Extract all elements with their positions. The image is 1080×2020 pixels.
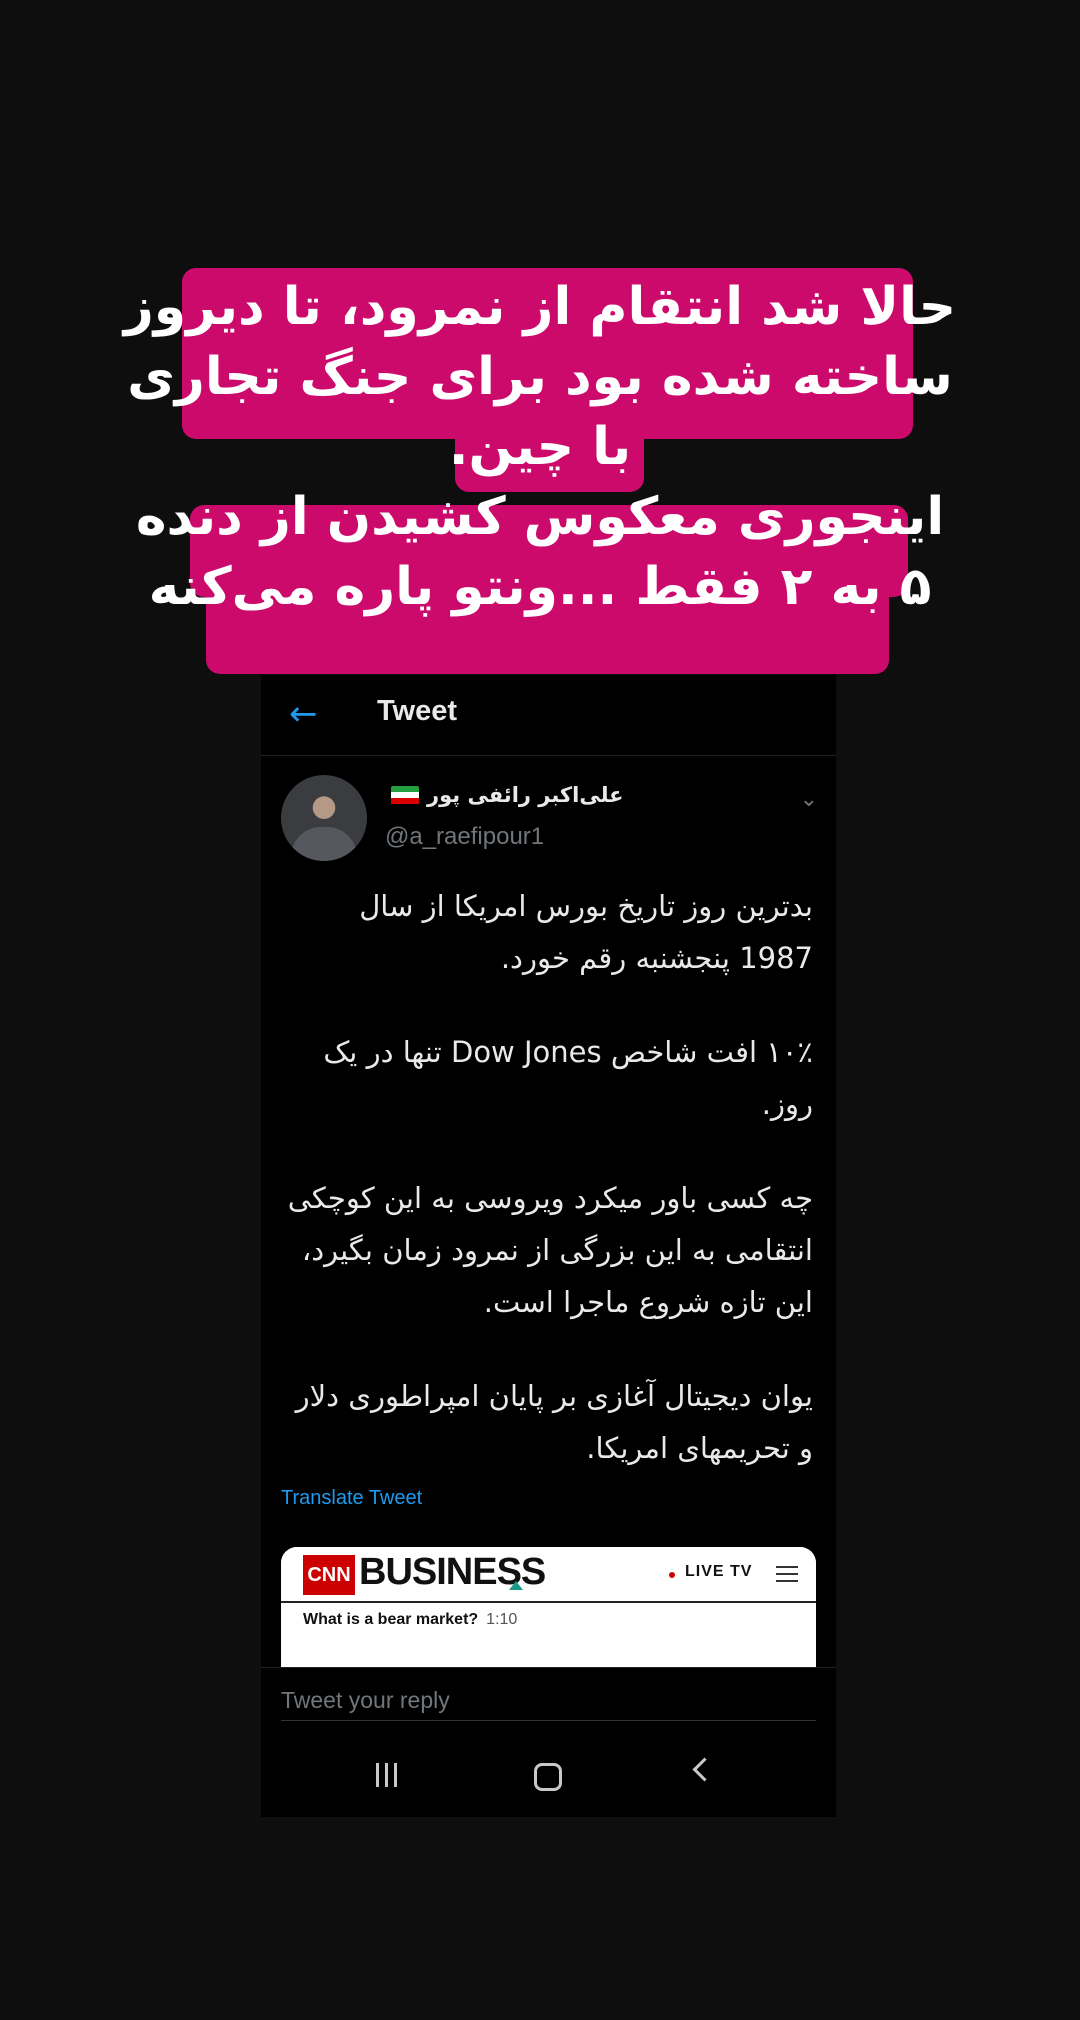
video-title: What is a bear market? xyxy=(303,1611,479,1628)
phone-screenshot: ← Tweet علی‌اکبر رائفی پور @a_raefipour1… xyxy=(261,675,836,1817)
chevron-down-icon[interactable]: ⌄ xyxy=(800,787,818,812)
tweet-paragraph: چه کسی باور میکرد ویروسی به این کوچکی ان… xyxy=(287,1181,813,1319)
tweet-text: بدترین روز تاریخ بورس امریکا از سال 1987… xyxy=(281,880,813,1516)
caption-text: حالا شد انتقام از نمرود، تا دیروز ساخته … xyxy=(0,272,1080,622)
caption-line: ۵ به ۲ فقط ...ونتو پاره می‌کنه xyxy=(148,557,932,617)
tweet-paragraph: بدترین روز تاریخ بورس امریکا از سال 1987… xyxy=(359,889,813,975)
menu-icon[interactable] xyxy=(776,1561,798,1587)
tweet-paragraph: یوان دیجیتال آغازی بر پایان امپراطوری دل… xyxy=(295,1379,813,1465)
live-dot-icon xyxy=(669,1572,675,1578)
caption-line: اینجوری معکوس کشیدن از دنده xyxy=(135,487,945,547)
live-tv-label[interactable]: LIVE TV xyxy=(685,1563,752,1581)
home-icon[interactable] xyxy=(534,1763,562,1791)
back-chevron-icon[interactable] xyxy=(692,1757,717,1782)
reply-bar xyxy=(261,1667,836,1734)
arrow-left-icon[interactable]: ← xyxy=(289,697,323,731)
cnn-logo: CNN xyxy=(303,1555,355,1595)
app-header: ← Tweet xyxy=(261,675,836,756)
translate-tweet-link[interactable]: Translate Tweet xyxy=(281,1487,422,1510)
video-caption: What is a bear market? 1:10 xyxy=(281,1603,816,1637)
system-nav-bar xyxy=(261,1733,836,1817)
author-handle[interactable]: @a_raefipour1 xyxy=(385,823,544,851)
tweet-paragraph: ۱۰٪ افت شاخص Dow Jones تنها در یک روز. xyxy=(323,1035,813,1121)
avatar[interactable] xyxy=(281,775,367,861)
author-row[interactable]: علی‌اکبر رائفی پور xyxy=(391,783,624,807)
reply-input[interactable] xyxy=(281,1680,816,1721)
caption-line: حالا شد انتقام از نمرود، تا دیروز xyxy=(123,277,957,337)
media-card[interactable]: CNN BUSINESS LIVE TV What is a bear mark… xyxy=(281,1547,816,1667)
recent-apps-icon[interactable] xyxy=(376,1763,397,1787)
caption-line: با چین. xyxy=(448,417,632,477)
triangle-icon xyxy=(509,1581,523,1590)
page-title: Tweet xyxy=(377,695,458,727)
card-header: CNN BUSINESS LIVE TV xyxy=(281,1547,816,1603)
video-duration: 1:10 xyxy=(486,1611,518,1628)
author-name[interactable]: علی‌اکبر رائفی پور xyxy=(427,783,624,807)
iran-flag-icon xyxy=(391,785,419,805)
caption-line: ساخته شده بود برای جنگ تجاری xyxy=(127,347,953,407)
